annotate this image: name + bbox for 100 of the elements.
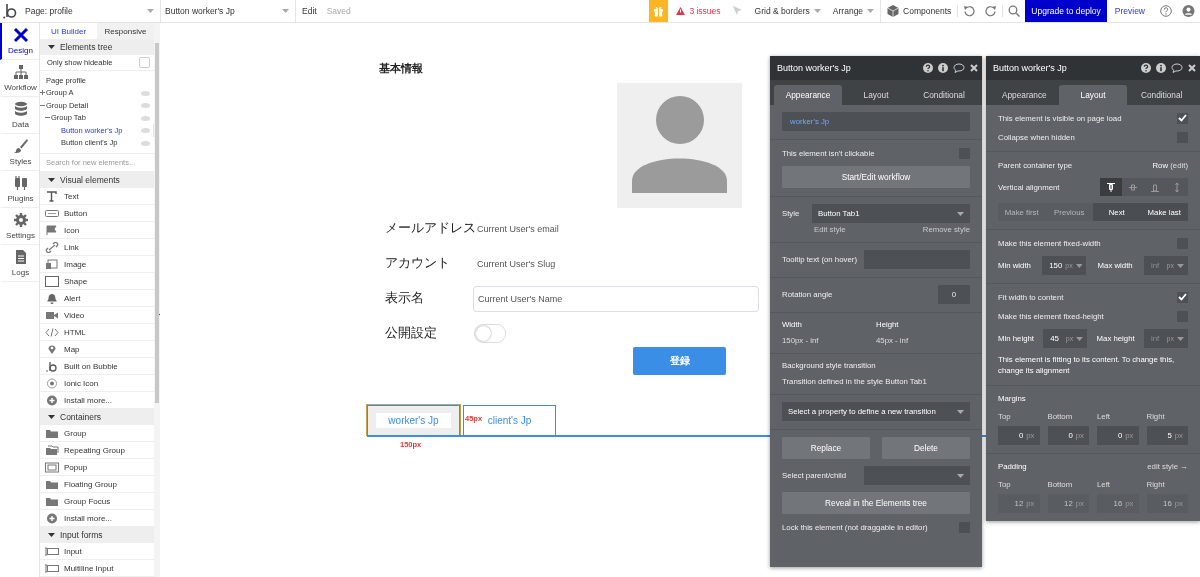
workflow-button[interactable]: Start/Edit workflow [782, 166, 970, 188]
panel-title: Button worker's Jp [993, 63, 1068, 73]
logo-icon [45, 360, 59, 372]
info-icon[interactable] [1156, 63, 1166, 73]
minus-icon[interactable] [45, 115, 50, 121]
caret-icon [48, 178, 55, 182]
toggle-switch[interactable] [474, 324, 506, 343]
sidebar-tab[interactable]: Settings [0, 208, 39, 245]
plus-icon[interactable] [40, 90, 45, 96]
text-icon [45, 190, 59, 202]
cube-icon [887, 5, 900, 17]
tab-button[interactable]: worker's Jp [367, 405, 460, 435]
close-icon[interactable] [970, 64, 978, 72]
issues-button[interactable]: 3 issues [668, 6, 733, 16]
rectangle-icon [45, 275, 59, 287]
grid-borders-menu[interactable]: Grid & borders [748, 0, 827, 22]
panel-tab[interactable]: Layout [1058, 85, 1128, 105]
field-label: アカウント [385, 255, 451, 272]
field-value: Current User's email [477, 223, 559, 234]
sidebar-tab[interactable]: Plugins [0, 171, 39, 208]
video-camera-icon [45, 309, 59, 321]
code-icon [45, 326, 59, 338]
warning-icon [676, 7, 686, 15]
element-item[interactable]: Group [40, 425, 154, 442]
logo-icon [3, 3, 17, 19]
element-item[interactable]: Group Focus [40, 493, 154, 510]
element-item[interactable]: Repeating Group [40, 442, 154, 459]
upgrade-button[interactable]: Upgrade to deploy [1025, 0, 1107, 22]
element-item[interactable]: Alert [40, 290, 154, 307]
panel-title: Button worker's Jp [777, 63, 852, 73]
minus-icon[interactable] [40, 102, 45, 108]
checkbox[interactable] [139, 57, 150, 69]
brush-icon [12, 138, 29, 154]
section-header[interactable]: Containers [40, 409, 154, 425]
preview-link[interactable]: Preview [1106, 6, 1155, 16]
folder-icon [45, 495, 59, 507]
page-dropdown[interactable]: Page: profile [21, 0, 161, 22]
section-header[interactable]: Visual elements [40, 172, 154, 188]
edit-menu[interactable]: Edit [296, 0, 323, 22]
section-header[interactable]: Elements tree [40, 39, 154, 56]
caret-icon [48, 415, 55, 419]
caret-icon [813, 9, 821, 13]
element-item[interactable]: Image [40, 256, 154, 273]
panel-tab[interactable]: Appearance [774, 85, 842, 105]
section-header[interactable]: Input forms [40, 527, 154, 543]
image-icon [45, 258, 59, 270]
sidebar-tab[interactable]: Workflow [0, 60, 39, 97]
comment-icon[interactable] [1171, 63, 1183, 73]
help-icon[interactable] [923, 63, 933, 73]
reveal-button[interactable]: Reveal in the Elements tree [782, 492, 970, 514]
element-item[interactable]: Input [40, 543, 154, 560]
caret-icon [1075, 263, 1083, 268]
panel-tab[interactable]: Appearance [990, 85, 1059, 105]
caret-icon [957, 473, 964, 478]
alignment-button[interactable] [1100, 178, 1122, 196]
caret-icon [957, 409, 964, 414]
info-icon[interactable] [938, 63, 948, 73]
field-label: メールアドレス [385, 220, 477, 237]
align-top-icon [1107, 182, 1115, 192]
name-input[interactable]: Current User's Name [473, 285, 759, 312]
plus-circle-icon [45, 512, 59, 524]
stretch-icon [1173, 182, 1181, 192]
panel-tab[interactable]: Layout [842, 85, 910, 105]
element-item[interactable]: Multiline Input [40, 560, 154, 577]
caret-icon [147, 9, 154, 13]
cursor-icon[interactable] [732, 6, 743, 16]
folders-icon [45, 444, 59, 456]
sidebar-tab[interactable]: Logs [0, 245, 39, 282]
components-button[interactable]: Components [880, 0, 958, 22]
help-icon[interactable] [1141, 63, 1151, 73]
window-icon [45, 461, 59, 473]
sidebar-tab[interactable]: Styles [0, 134, 39, 171]
element-item[interactable]: Popup [40, 459, 154, 476]
folder-icon [45, 427, 59, 439]
checkbox[interactable] [1177, 112, 1188, 124]
save-status: Saved [326, 6, 351, 16]
sidebar-tab[interactable]: Data [0, 97, 39, 134]
gift-button[interactable] [649, 0, 669, 22]
arrange-menu[interactable]: Arrange [826, 0, 881, 22]
folder-icon [45, 478, 59, 490]
button-icon [45, 207, 59, 219]
comment-icon[interactable] [953, 63, 965, 73]
checkbox[interactable] [1177, 291, 1188, 303]
delete-button[interactable]: Delete [882, 437, 970, 459]
panel-tab[interactable]: Conditional [1127, 85, 1196, 105]
caret-icon [48, 45, 55, 50]
element-item[interactable]: Icon [40, 222, 154, 239]
field-label: 表示名 [385, 290, 425, 307]
panel-tab[interactable]: Conditional [910, 85, 978, 105]
caret-icon [1176, 336, 1184, 341]
panel-tab[interactable]: Responsive [97, 23, 154, 40]
align-bottom-icon [1151, 182, 1159, 192]
replace-button[interactable]: Replace [782, 437, 870, 459]
field-label: 公開設定 [385, 325, 438, 342]
scrollbar-thumb[interactable] [155, 43, 159, 403]
element-item[interactable]: Video [40, 307, 154, 324]
caret-icon [867, 9, 875, 13]
element-dropdown[interactable]: Button worker's Jp [161, 0, 296, 22]
element-item[interactable]: Floating Group [40, 476, 154, 493]
close-icon[interactable] [1188, 64, 1196, 72]
